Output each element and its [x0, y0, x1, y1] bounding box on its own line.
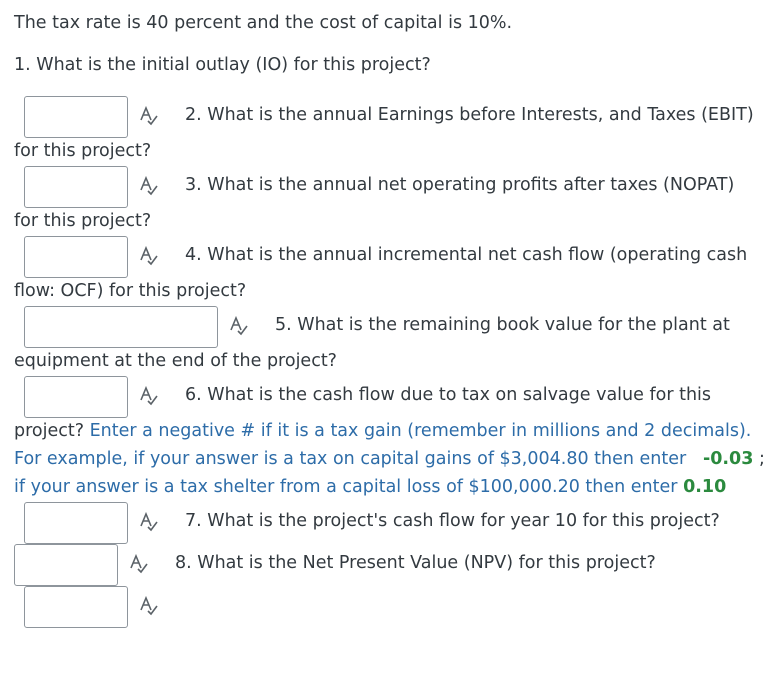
- spellcheck-icon[interactable]: [139, 596, 159, 616]
- question-5-cont: equipment at the end of the project?: [14, 351, 337, 371]
- spellcheck-icon[interactable]: [139, 512, 159, 532]
- question-2-cont: for this project?: [14, 141, 152, 161]
- spellcheck-icon[interactable]: [139, 106, 159, 126]
- question-1: 1. What is the initial outlay (IO) for t…: [14, 55, 431, 75]
- intro-text: The tax rate is 40 percent and the cost …: [14, 13, 513, 33]
- question-6-example-1: For example, if your answer is a tax on …: [14, 448, 765, 470]
- answer-4-input[interactable]: [24, 306, 218, 348]
- spellcheck-icon[interactable]: [139, 386, 159, 406]
- answer-6-input[interactable]: [24, 502, 128, 544]
- question-3-cont: for this project?: [14, 211, 152, 231]
- answer-8-input[interactable]: [24, 586, 128, 628]
- answer-2-input[interactable]: [24, 166, 128, 208]
- question-4-cont: flow: OCF) for this project?: [14, 281, 247, 301]
- question-6-example-2: if your answer is a tax shelter from a c…: [14, 476, 726, 498]
- question-6-cont-text: project?: [14, 421, 90, 441]
- spellcheck-icon[interactable]: [229, 316, 249, 336]
- answer-3-input[interactable]: [24, 236, 128, 278]
- answer-1-input[interactable]: [24, 96, 128, 138]
- question-2: 2. What is the annual Earnings before In…: [185, 105, 754, 125]
- example-semicolon: ;: [758, 449, 765, 469]
- example-value-2: 0.10: [683, 477, 727, 497]
- spellcheck-icon[interactable]: [129, 554, 149, 574]
- question-5: 5. What is the remaining book value for …: [275, 315, 730, 335]
- question-3: 3. What is the annual net operating prof…: [185, 175, 735, 195]
- question-6: 6. What is the cash flow due to tax on s…: [185, 385, 712, 405]
- spellcheck-icon[interactable]: [139, 246, 159, 266]
- answer-5-input[interactable]: [24, 376, 128, 418]
- spellcheck-icon[interactable]: [139, 176, 159, 196]
- question-7: 7. What is the project's cash flow for y…: [185, 511, 720, 531]
- question-6-instruction: Enter a negative # if it is a tax gain (…: [89, 421, 752, 441]
- question-4: 4. What is the annual incremental net ca…: [185, 245, 748, 265]
- example-value-1: -0.03: [702, 449, 754, 469]
- question-6-cont: project? Enter a negative # if it is a t…: [14, 420, 751, 442]
- question-8: 8. What is the Net Present Value (NPV) f…: [175, 553, 656, 573]
- answer-7-input[interactable]: [14, 544, 118, 586]
- question-6-example-2-text: if your answer is a tax shelter from a c…: [14, 477, 678, 497]
- question-6-example-1-text: For example, if your answer is a tax on …: [14, 449, 687, 469]
